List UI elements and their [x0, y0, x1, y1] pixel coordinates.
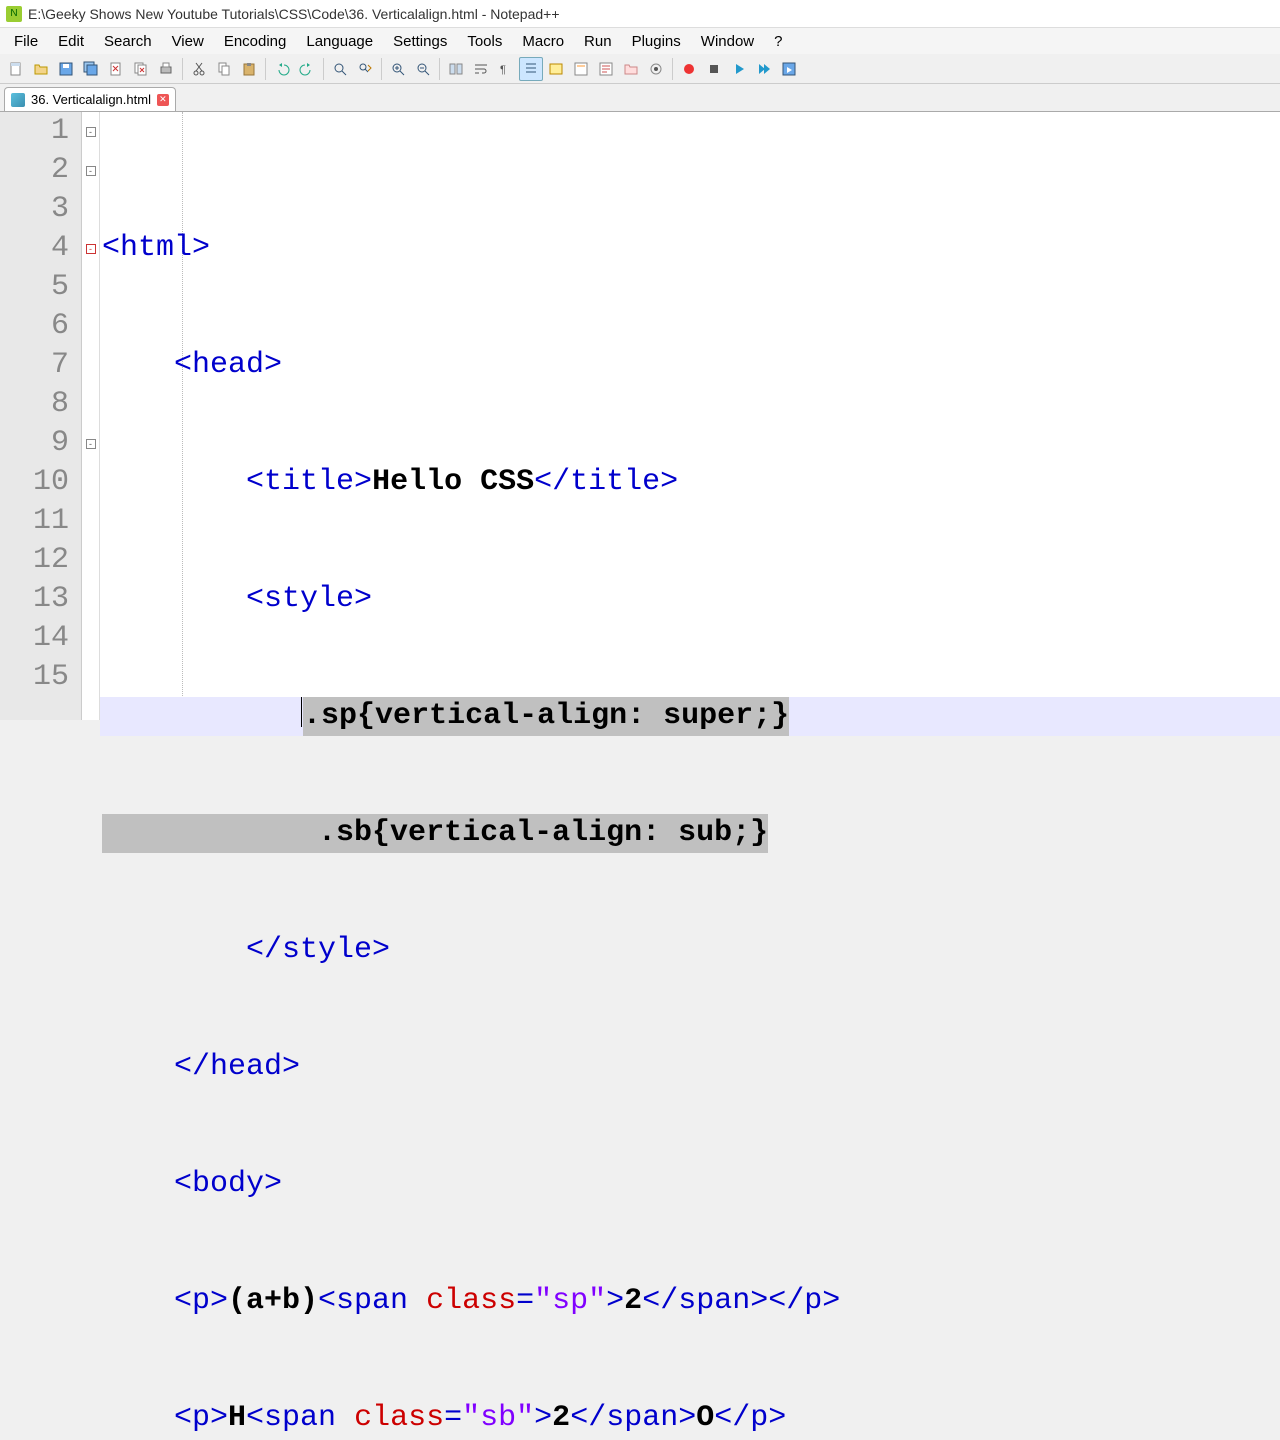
menu-plugins[interactable]: Plugins: [622, 29, 691, 54]
open-file-icon[interactable]: [29, 57, 53, 81]
menu-run[interactable]: Run: [574, 29, 622, 54]
toolbar-separator: [672, 58, 673, 80]
function-list-icon[interactable]: [594, 57, 618, 81]
user-lang-icon[interactable]: [544, 57, 568, 81]
menu-language[interactable]: Language: [296, 29, 383, 54]
line-number: 10: [0, 463, 69, 502]
code-line: <style>: [100, 580, 1280, 619]
code-line: <head>: [100, 346, 1280, 385]
paste-icon[interactable]: [237, 57, 261, 81]
sync-scroll-icon[interactable]: [444, 57, 468, 81]
code-line: </style>: [100, 931, 1280, 970]
new-file-icon[interactable]: [4, 57, 28, 81]
toolbar-separator: [265, 58, 266, 80]
cut-icon[interactable]: [187, 57, 211, 81]
tab-close-icon[interactable]: ✕: [157, 94, 169, 106]
code-line: <html>: [100, 229, 1280, 268]
menu-macro[interactable]: Macro: [512, 29, 574, 54]
fold-toggle-icon[interactable]: -: [86, 127, 96, 137]
menu-view[interactable]: View: [162, 29, 214, 54]
code-line: <title>Hello CSS</title>: [100, 463, 1280, 502]
titlebar: N E:\Geeky Shows New Youtube Tutorials\C…: [0, 0, 1280, 28]
line-number: 12: [0, 541, 69, 580]
tabbar: 36. Verticalalign.html ✕: [0, 84, 1280, 112]
menu-window[interactable]: Window: [691, 29, 764, 54]
print-icon[interactable]: [154, 57, 178, 81]
doc-map-icon[interactable]: [569, 57, 593, 81]
stop-macro-icon[interactable]: [702, 57, 726, 81]
toolbar: ¶: [0, 54, 1280, 84]
editor: 1 2 3 4 5 6 7 8 9 10 11 12 13 14 15 - - …: [0, 112, 1280, 720]
file-icon: [11, 93, 25, 107]
menu-tools[interactable]: Tools: [457, 29, 512, 54]
menu-edit[interactable]: Edit: [48, 29, 94, 54]
line-number: 1: [0, 112, 69, 151]
toolbar-separator: [439, 58, 440, 80]
zoom-in-icon[interactable]: [386, 57, 410, 81]
line-number: 3: [0, 190, 69, 229]
zoom-out-icon[interactable]: [411, 57, 435, 81]
menu-settings[interactable]: Settings: [383, 29, 457, 54]
line-number: 7: [0, 346, 69, 385]
indent-guide-icon[interactable]: [519, 57, 543, 81]
play-multi-icon[interactable]: [752, 57, 776, 81]
code-line: <p>(a+b)<span class="sp">2</span></p>: [100, 1282, 1280, 1321]
save-icon[interactable]: [54, 57, 78, 81]
redo-icon[interactable]: [295, 57, 319, 81]
fold-toggle-icon[interactable]: -: [86, 166, 96, 176]
folder-workspace-icon[interactable]: [619, 57, 643, 81]
copy-icon[interactable]: [212, 57, 236, 81]
menu-encoding[interactable]: Encoding: [214, 29, 297, 54]
replace-icon[interactable]: [353, 57, 377, 81]
fold-toggle-icon[interactable]: -: [86, 244, 96, 254]
undo-icon[interactable]: [270, 57, 294, 81]
fold-toggle-icon[interactable]: -: [86, 439, 96, 449]
line-number: 8: [0, 385, 69, 424]
window-title: E:\Geeky Shows New Youtube Tutorials\CSS…: [28, 6, 560, 22]
tab-label: 36. Verticalalign.html: [31, 92, 151, 107]
toolbar-separator: [182, 58, 183, 80]
line-number: 11: [0, 502, 69, 541]
code-line: <p>H<span class="sb">2</span>O</p>: [100, 1399, 1280, 1438]
line-number: 4: [0, 229, 69, 268]
menu-search[interactable]: Search: [94, 29, 162, 54]
code-line: .sp{vertical-align: super;}: [100, 697, 1280, 736]
find-icon[interactable]: [328, 57, 352, 81]
menu-help[interactable]: ?: [764, 29, 792, 54]
line-number: 13: [0, 580, 69, 619]
word-wrap-icon[interactable]: [469, 57, 493, 81]
close-icon[interactable]: [104, 57, 128, 81]
line-number: 9: [0, 424, 69, 463]
line-number: 15: [0, 658, 69, 697]
toolbar-separator: [323, 58, 324, 80]
line-number: 5: [0, 268, 69, 307]
app-icon: N: [6, 6, 22, 22]
record-macro-icon[interactable]: [677, 57, 701, 81]
monitor-icon[interactable]: [644, 57, 668, 81]
line-number-gutter: 1 2 3 4 5 6 7 8 9 10 11 12 13 14 15: [0, 112, 82, 720]
save-all-icon[interactable]: [79, 57, 103, 81]
line-number: 14: [0, 619, 69, 658]
menu-file[interactable]: File: [4, 29, 48, 54]
svg-text:¶: ¶: [500, 64, 506, 76]
code-line: </head>: [100, 1048, 1280, 1087]
show-all-chars-icon[interactable]: ¶: [494, 57, 518, 81]
line-number: 6: [0, 307, 69, 346]
toolbar-separator: [381, 58, 382, 80]
save-macro-icon[interactable]: [777, 57, 801, 81]
menubar: File Edit Search View Encoding Language …: [0, 28, 1280, 54]
play-macro-icon[interactable]: [727, 57, 751, 81]
fold-column: - - - -: [82, 112, 100, 720]
code-line: <body>: [100, 1165, 1280, 1204]
close-all-icon[interactable]: [129, 57, 153, 81]
code-area[interactable]: <html> <head> <title>Hello CSS</title> <…: [100, 112, 1280, 720]
code-line: .sb{vertical-align: sub;}: [100, 814, 1280, 853]
line-number: 2: [0, 151, 69, 190]
file-tab[interactable]: 36. Verticalalign.html ✕: [4, 87, 176, 111]
text-cursor: [301, 697, 302, 727]
